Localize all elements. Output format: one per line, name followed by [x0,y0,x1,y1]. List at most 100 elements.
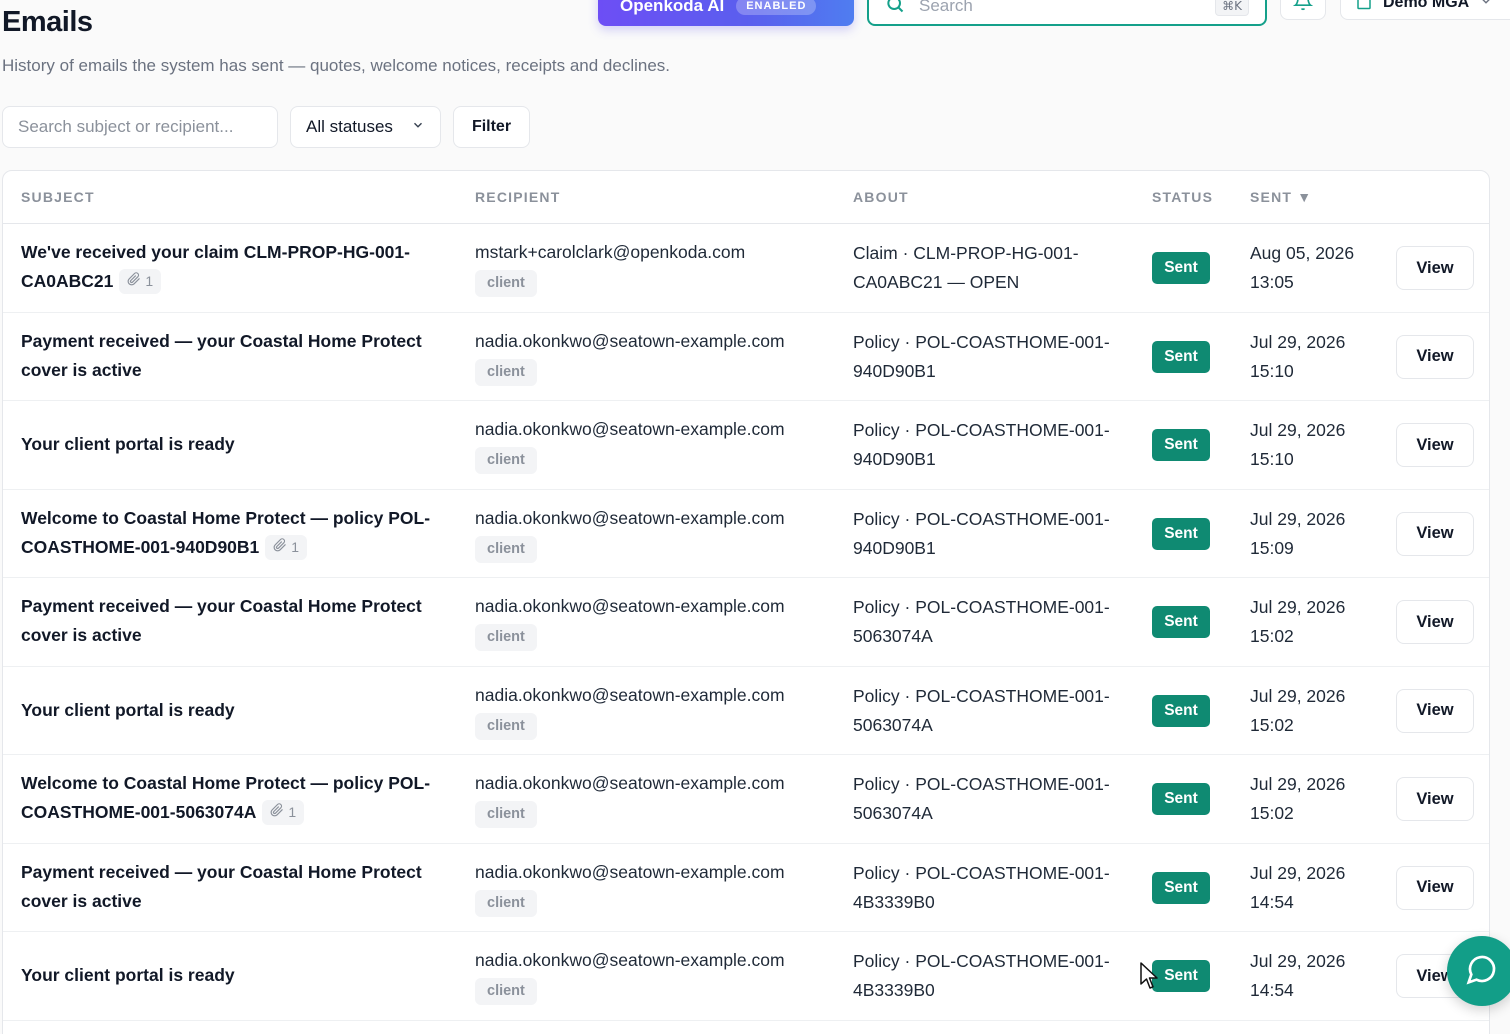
ai-button-label: Openkoda AI [620,0,725,15]
recipient-tag: client [475,270,537,297]
email-recipient: nadia.okonkwo@seatown-example.com client [475,592,835,651]
email-subject-text: Your client portal is ready [21,699,235,720]
email-recipient: nadia.okonkwo@seatown-example.com client [475,327,835,386]
recipient-address: mstark+carolclark@openkoda.com [475,242,746,262]
search-input[interactable] [2,106,278,148]
table-body: We've received your claim CLM-PROP-HG-00… [3,224,1489,1021]
attachment-count-value: 1 [145,273,154,289]
recipient-address: nadia.okonkwo@seatown-example.com [475,950,785,970]
column-header-recipient[interactable]: RECIPIENT [475,189,560,205]
email-action: View [1396,600,1474,644]
email-action: View [1396,423,1474,467]
paperclip-icon [270,800,284,825]
view-button[interactable]: View [1396,511,1474,556]
email-status: Sent [1152,517,1210,550]
page-subtitle: History of emails the system has sent — … [2,56,671,75]
view-button[interactable]: View [1396,865,1474,910]
recipient-tag: client [475,978,537,1005]
emails-page: Openkoda AI ENABLED Search ⌘K Demo MGA E… [0,0,1510,1034]
email-subject: Your client portal is ready [21,696,451,725]
email-recipient: nadia.okonkwo@seatown-example.com client [475,769,835,828]
email-status: Sent [1152,340,1210,373]
email-action: View [1396,334,1474,379]
paperclip-icon [127,269,141,294]
email-about: Policy · POL-COASTHOME-001-5063074A [853,685,1110,735]
email-sent-date: Jul 29, 2026 15:02 [1250,685,1346,735]
view-button[interactable]: View [1396,600,1474,644]
column-header-status[interactable]: STATUS [1152,189,1213,205]
attachment-count[interactable]: 1 [262,800,305,825]
column-header-about[interactable]: ABOUT [853,189,909,205]
email-about: Policy · POL-COASTHOME-001-940D90B1 [853,420,1110,469]
filter-button[interactable]: Filter [453,106,530,148]
chat-icon [1466,953,1498,990]
chat-button[interactable] [1447,936,1510,1006]
email-recipient: nadia.okonkwo@seatown-example.com client [475,681,835,740]
view-button[interactable]: View [1396,688,1474,733]
email-recipient: mstark+carolclark@openkoda.com client [475,238,835,297]
table-row: Your client portal is ready nadia.okonkwo… [3,932,1489,1021]
table-header: SUBJECT RECIPIENT ABOUT STATUS SENT ▼ [3,171,1489,224]
email-status: Sent [1152,694,1210,727]
recipient-tag: client [475,889,537,917]
email-subject: Welcome to Coastal Home Protect — policy… [21,504,451,562]
view-button[interactable]: View [1396,777,1474,821]
email-sent-date: Jul 29, 2026 14:54 [1250,862,1346,912]
email-subject: Your client portal is ready [21,430,451,459]
recipient-address: nadia.okonkwo@seatown-example.com [475,773,785,793]
recipient-tag: client [475,712,537,740]
global-search[interactable]: Search ⌘K [867,0,1267,26]
email-about: Policy · POL-COASTHOME-001-4B3339B0 [853,862,1110,912]
email-subject-text: We've received your claim CLM-PROP-HG-00… [21,242,410,291]
status-badge: Sent [1152,871,1210,904]
email-about: Policy · POL-COASTHOME-001-5063074A [853,774,1110,823]
notifications-button[interactable] [1280,0,1326,20]
recipient-tag: client [475,624,537,651]
email-sent-date: Jul 29, 2026 15:10 [1250,331,1346,381]
chevron-down-icon [411,117,425,137]
email-status: Sent [1152,960,1210,992]
search-shortcut: ⌘K [1215,0,1249,16]
email-status: Sent [1152,871,1210,904]
email-about: Policy · POL-COASTHOME-001-4B3339B0 [853,951,1110,1000]
column-header-subject[interactable]: SUBJECT [21,189,95,205]
table-row: We've received your claim CLM-PROP-HG-00… [3,224,1489,313]
email-status: Sent [1152,429,1210,461]
column-header-sent[interactable]: SENT ▼ [1250,189,1312,205]
email-status: Sent [1152,606,1210,638]
org-name: Demo MGA [1383,0,1470,11]
status-badge: Sent [1152,606,1210,638]
ai-enabled-badge: ENABLED [736,0,817,15]
email-subject: We've received your claim CLM-PROP-HG-00… [21,238,451,296]
attachment-count[interactable]: 1 [119,269,162,294]
email-status: Sent [1152,252,1210,284]
status-badge: Sent [1152,960,1210,992]
attachment-count[interactable]: 1 [265,534,308,560]
view-button[interactable]: View [1396,334,1474,379]
view-button[interactable]: View [1396,423,1474,467]
table-row: Your client portal is ready nadia.okonkwo… [3,667,1489,755]
email-about: Policy · POL-COASTHOME-001-940D90B1 [853,331,1110,381]
email-status: Sent [1152,783,1210,815]
email-action: View [1396,865,1474,910]
email-sent-date: Aug 05, 2026 13:05 [1250,243,1355,292]
view-button[interactable]: View [1396,246,1474,290]
org-switcher[interactable]: Demo MGA [1340,0,1510,20]
attachment-count-value: 1 [291,538,300,555]
email-about: Policy · POL-COASTHOME-001-940D90B1 [853,508,1110,558]
status-badge: Sent [1152,517,1210,550]
status-select[interactable]: All statuses [290,106,441,148]
email-subject-text: Your client portal is ready [21,434,235,454]
recipient-address: nadia.okonkwo@seatown-example.com [475,861,785,882]
email-about: Claim · CLM-PROP-HG-001-CA0ABC21 — OPEN [853,243,1079,292]
email-recipient: nadia.okonkwo@seatown-example.com client [475,858,835,917]
openkoda-ai-button[interactable]: Openkoda AI ENABLED [598,0,854,26]
recipient-address: nadia.okonkwo@seatown-example.com [475,419,785,439]
email-sent-date: Jul 29, 2026 15:02 [1250,774,1346,823]
email-action: View [1396,246,1474,290]
table-row: Payment received — your Coastal Home Pro… [3,578,1489,667]
email-subject: Payment received — your Coastal Home Pro… [21,592,451,650]
email-subject-text: Payment received — your Coastal Home Pro… [21,596,422,645]
status-select-value: All statuses [306,117,393,136]
table-row: Your client portal is ready nadia.okonkwo… [3,401,1489,490]
